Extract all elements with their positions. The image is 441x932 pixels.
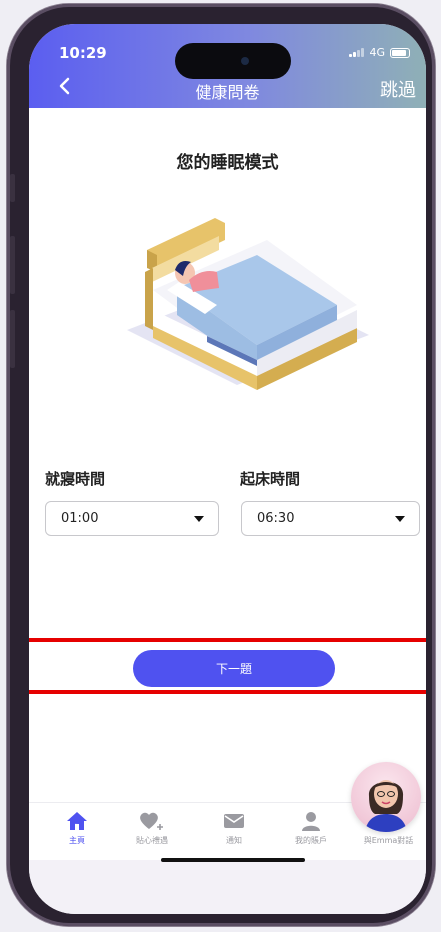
heart-plus-icon <box>117 809 187 833</box>
question-title: 您的睡眠模式 <box>176 153 279 173</box>
sleeping-in-bed-illustration <box>127 218 369 390</box>
volume-down-button <box>10 310 15 368</box>
tab-label: 貼心禮遇 <box>136 836 168 845</box>
phone-frame: 10:29 4G 健康問卷 跳過 您的睡眠模式 就寢時間 起床時間 01:00 … <box>7 4 435 926</box>
waketime-select[interactable]: 06:30 <box>241 501 420 536</box>
waketime-value: 06:30 <box>257 511 295 526</box>
tab-label: 我的賬戶 <box>295 836 327 845</box>
bedtime-select[interactable]: 01:00 <box>45 501 219 536</box>
bedtime-label: 就寢時間 <box>45 470 106 488</box>
page-title: 健康問卷 <box>195 83 260 102</box>
tab-label: 主頁 <box>69 836 85 845</box>
tab-label: 與Emma對話 <box>363 836 414 845</box>
tab-label: 通知 <box>226 836 242 845</box>
volume-up-button <box>10 236 15 294</box>
emma-avatar-icon <box>365 780 407 832</box>
bottom-safe-area <box>29 860 426 914</box>
questionnaire-content: 您的睡眠模式 就寢時間 起床時間 01:00 06:30 <box>29 108 426 802</box>
emma-avatar[interactable] <box>351 762 421 832</box>
screen: 10:29 4G 健康問卷 跳過 您的睡眠模式 就寢時間 起床時間 01:00 … <box>29 24 426 914</box>
status-time: 10:29 <box>59 44 107 62</box>
tab-rewards[interactable]: 貼心禮遇 <box>117 809 187 846</box>
user-icon <box>276 809 346 833</box>
home-indicator <box>161 858 305 862</box>
next-question-button[interactable]: 下一題 <box>133 650 335 687</box>
caret-down-icon <box>395 516 405 522</box>
tab-account[interactable]: 我的賬戶 <box>276 809 346 846</box>
tab-emma[interactable]: 與Emma對話 <box>351 835 426 846</box>
skip-button[interactable]: 跳過 <box>380 76 416 102</box>
dynamic-island <box>175 43 291 79</box>
bedtime-value: 01:00 <box>61 511 99 526</box>
side-button <box>10 174 15 202</box>
signal-icon <box>349 48 365 57</box>
home-icon <box>42 809 112 833</box>
tab-notifications[interactable]: 通知 <box>199 809 269 846</box>
waketime-label: 起床時間 <box>240 470 301 488</box>
status-bar-right: 4G <box>349 46 410 59</box>
caret-down-icon <box>194 516 204 522</box>
battery-icon <box>390 47 410 58</box>
mail-icon <box>199 809 269 833</box>
network-label: 4G <box>369 46 385 59</box>
tab-home[interactable]: 主頁 <box>42 809 112 846</box>
